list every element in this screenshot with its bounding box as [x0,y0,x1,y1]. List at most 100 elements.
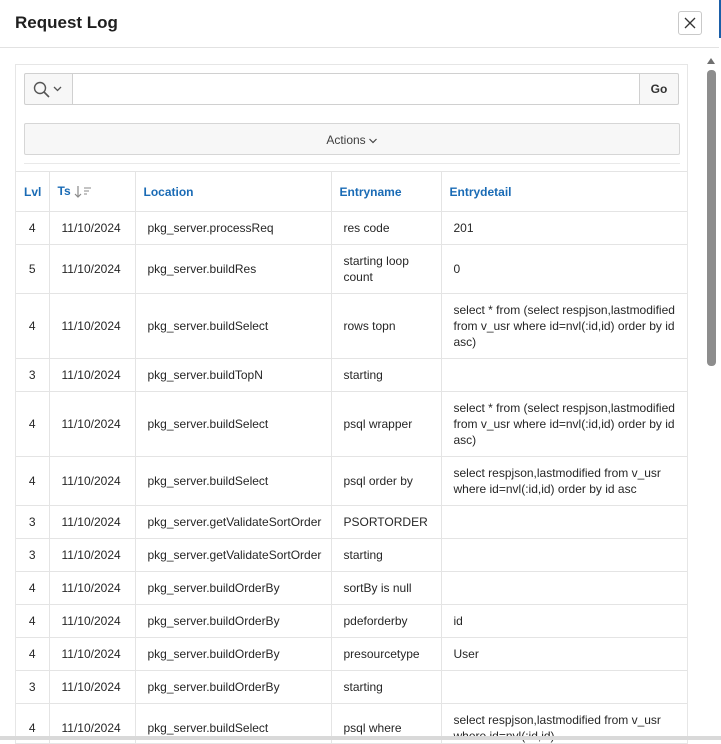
cell-ts: 11/10/2024 [49,212,135,245]
close-button[interactable] [678,11,702,35]
cell-ts: 11/10/2024 [49,245,135,294]
cell-ts: 11/10/2024 [49,359,135,392]
column-header-lvl[interactable]: Lvl [16,172,49,212]
cell-location: pkg_server.buildRes [135,245,331,294]
cell-location: pkg_server.buildSelect [135,457,331,506]
cell-entryname: sortBy is null [331,572,441,605]
cell-entrydetail: User [441,638,688,671]
table-row: 411/10/2024pkg_server.processReqres code… [16,212,688,245]
cell-entrydetail: select * from (select respjson,lastmodif… [441,294,688,359]
cell-ts: 11/10/2024 [49,457,135,506]
cell-location: pkg_server.buildSelect [135,392,331,457]
cell-entryname: starting loop count [331,245,441,294]
toolbar-divider [24,163,680,164]
table-row: 411/10/2024pkg_server.buildOrderBypresou… [16,638,688,671]
cell-entrydetail [441,572,688,605]
cell-lvl: 4 [16,457,49,506]
table-row: 411/10/2024pkg_server.buildSelectrows to… [16,294,688,359]
cell-location: pkg_server.buildOrderBy [135,671,331,704]
cell-location: pkg_server.buildOrderBy [135,605,331,638]
cell-lvl: 4 [16,605,49,638]
cell-entryname: starting [331,539,441,572]
column-header-entrydetail[interactable]: Entrydetail [441,172,688,212]
cell-entrydetail [441,671,688,704]
cell-ts: 11/10/2024 [49,638,135,671]
chevron-down-icon [368,137,378,145]
column-header-entryname[interactable]: Entryname [331,172,441,212]
cell-entrydetail: 201 [441,212,688,245]
cell-location: pkg_server.buildOrderBy [135,572,331,605]
search-input[interactable] [73,73,639,105]
table-row: 411/10/2024pkg_server.buildOrderBypdefor… [16,605,688,638]
cell-entryname: psql wrapper [331,392,441,457]
cell-lvl: 4 [16,294,49,359]
cell-ts: 11/10/2024 [49,572,135,605]
cell-entrydetail [441,506,688,539]
cell-entryname: rows topn [331,294,441,359]
dialog-title: Request Log [15,13,118,33]
cell-entryname: res code [331,212,441,245]
cell-lvl: 3 [16,506,49,539]
cell-location: pkg_server.buildTopN [135,359,331,392]
actions-menu-button[interactable]: Actions [24,123,680,155]
table-body: 411/10/2024pkg_server.processReqres code… [16,212,688,744]
cell-entrydetail [441,539,688,572]
cell-location: pkg_server.buildOrderBy [135,638,331,671]
column-header-ts[interactable]: Ts [49,172,135,212]
table-row: 411/10/2024pkg_server.buildOrderBysortBy… [16,572,688,605]
column-header-location[interactable]: Location [135,172,331,212]
search-toolbar: Go [24,73,680,105]
close-icon [684,17,696,29]
cell-entryname: presourcetype [331,638,441,671]
cell-entrydetail: select respjson,lastmodified from v_usr … [441,457,688,506]
scroll-up-arrow-icon[interactable] [707,58,715,64]
cell-location: pkg_server.getValidateSortOrder [135,506,331,539]
table-row: 411/10/2024pkg_server.buildSelectpsql wr… [16,392,688,457]
table-row: 311/10/2024pkg_server.buildOrderBystarti… [16,671,688,704]
cell-location: pkg_server.buildSelect [135,294,331,359]
cell-entryname: pdeforderby [331,605,441,638]
request-log-table: Lvl Ts Location Entryname Entrydetail 41… [16,171,688,744]
search-icon [33,81,67,99]
cell-lvl: 4 [16,392,49,457]
cell-ts: 11/10/2024 [49,605,135,638]
table-row: 411/10/2024pkg_server.buildSelectpsql or… [16,457,688,506]
cell-lvl: 3 [16,671,49,704]
actions-label: Actions [326,133,365,147]
table-row: 311/10/2024pkg_server.buildTopNstarting [16,359,688,392]
cell-location: pkg_server.processReq [135,212,331,245]
cell-ts: 11/10/2024 [49,671,135,704]
horizontal-scrollbar-track[interactable] [0,736,721,740]
request-log-dialog: Request Log Go Ac [0,0,721,740]
table-header-row: Lvl Ts Location Entryname Entrydetail [16,172,688,212]
cell-entrydetail: id [441,605,688,638]
table-row: 311/10/2024pkg_server.getValidateSortOrd… [16,539,688,572]
cell-lvl: 3 [16,359,49,392]
cell-lvl: 4 [16,638,49,671]
dialog-header: Request Log [0,0,719,48]
chevron-down-icon [54,87,61,91]
cell-ts: 11/10/2024 [49,392,135,457]
vertical-scrollbar-thumb[interactable] [707,70,716,366]
cell-entrydetail: select * from (select respjson,lastmodif… [441,392,688,457]
cell-ts: 11/10/2024 [49,539,135,572]
cell-entryname: starting [331,671,441,704]
search-column-selector[interactable] [24,73,73,105]
dialog-body: Go Actions Lvl Ts Location Entryname [0,48,721,740]
interactive-report: Go Actions Lvl Ts Location Entryname [15,64,688,744]
cell-location: pkg_server.getValidateSortOrder [135,539,331,572]
cell-entryname: psql order by [331,457,441,506]
table-row: 511/10/2024pkg_server.buildResstarting l… [16,245,688,294]
cell-lvl: 4 [16,572,49,605]
cell-lvl: 4 [16,212,49,245]
go-button[interactable]: Go [639,73,679,105]
cell-entryname: PSORTORDER [331,506,441,539]
cell-ts: 11/10/2024 [49,294,135,359]
cell-entrydetail: 0 [441,245,688,294]
sort-descending-icon [74,185,92,199]
table-row: 311/10/2024pkg_server.getValidateSortOrd… [16,506,688,539]
cell-lvl: 3 [16,539,49,572]
cell-entryname: starting [331,359,441,392]
cell-ts: 11/10/2024 [49,506,135,539]
cell-entrydetail [441,359,688,392]
